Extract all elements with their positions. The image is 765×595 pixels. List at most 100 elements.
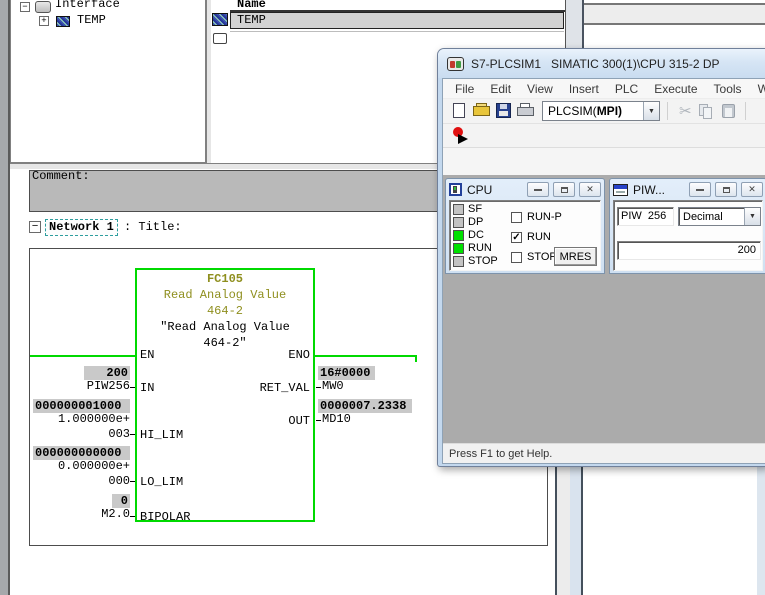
led-sf (453, 204, 464, 215)
led-dp-label: DP (468, 216, 483, 228)
piw-format-value: Decimal (683, 211, 723, 223)
led-run-label: RUN (468, 242, 492, 254)
monitor-in-value: 200 (84, 366, 130, 380)
print-button[interactable] (516, 102, 536, 120)
collapse-box-icon[interactable]: − (20, 2, 30, 12)
operand-hi-2[interactable]: 003 (60, 428, 130, 441)
save-floppy-icon (496, 103, 511, 118)
cut-icon[interactable]: ✂ (679, 102, 692, 120)
menu-plc[interactable]: PLC (607, 80, 646, 98)
network-label[interactable]: Network 1 (45, 219, 118, 236)
paste-button[interactable] (719, 102, 739, 120)
checkbox-stop[interactable] (511, 252, 522, 263)
cpu-panel-titlebar[interactable]: CPU ✕ (446, 179, 604, 200)
checkbox-run-p[interactable] (511, 212, 522, 223)
piw-format-select[interactable]: Decimal ▼ (678, 207, 761, 226)
led-sf-label: SF (468, 203, 482, 215)
menu-file[interactable]: File (447, 80, 482, 98)
piw-value-field[interactable]: 200 (617, 241, 761, 260)
table-row-line (230, 31, 564, 32)
cpu-restore-button[interactable] (553, 182, 575, 197)
row-new-icon (213, 33, 227, 44)
piw-address-input[interactable]: PIW 256 (617, 207, 674, 226)
network-collapse-icon[interactable]: − (29, 221, 41, 233)
operand-in[interactable]: PIW256 (60, 380, 130, 393)
new-file-icon (453, 103, 465, 118)
interface-icon (35, 1, 51, 13)
temp-var-icon (56, 16, 70, 27)
pin-eno: ENO (240, 349, 310, 362)
cpu-close-button[interactable]: ✕ (579, 182, 601, 197)
copy-button[interactable] (697, 102, 717, 120)
interface-combo[interactable]: PLCSIM(MPI) ▼ (542, 101, 660, 121)
checkbox-run[interactable]: ✓ (511, 232, 522, 243)
plcsim-titlebar[interactable]: S7-PLCSIM1 SIMATIC 300(1)\CPU 315-2 DP (438, 49, 765, 78)
led-stop (453, 256, 464, 267)
led-dp (453, 217, 464, 228)
tree-node-temp[interactable]: TEMP (77, 14, 106, 27)
checkbox-run-label: RUN (527, 231, 551, 243)
monitor-bipolar-value: 0 (112, 494, 130, 508)
block-header: FC105 (137, 273, 313, 286)
operand-hi-1[interactable]: 1.000000e+ (40, 413, 130, 426)
new-file-button[interactable] (450, 102, 470, 120)
print-icon (517, 107, 534, 116)
piw-close-button[interactable]: ✕ (741, 182, 763, 197)
row-temp-icon (212, 13, 228, 26)
piw-panel-icon (613, 184, 628, 196)
menu-view[interactable]: View (519, 80, 561, 98)
operand-lo-1[interactable]: 0.000000e+ (40, 460, 130, 473)
table-cell-name: TEMP (231, 14, 563, 27)
piw-panel-body: PIW 256 Decimal ▼ 200 (613, 200, 763, 271)
piw-format-dropdown-icon[interactable]: ▼ (744, 208, 760, 225)
cpu-minimize-button[interactable] (527, 182, 549, 197)
operand-bipolar[interactable]: M2.0 (60, 508, 130, 521)
monitor-lo-value: 000000000000 (33, 446, 130, 460)
menu-tools[interactable]: Tools (706, 80, 750, 98)
step7-plcsim-screen: − Interface + TEMP Name TEMP Comment: − (0, 0, 765, 595)
cpu-panel-icon (449, 183, 462, 196)
insert-variable-button[interactable] (451, 127, 471, 145)
dash-out (316, 420, 321, 421)
piw-panel[interactable]: PIW... ✕ PIW 256 Decimal ▼ 200 (609, 178, 765, 274)
piw-minimize-button[interactable] (689, 182, 711, 197)
operand-lo-2[interactable]: 000 (60, 475, 130, 488)
table-row[interactable]: TEMP (230, 12, 564, 29)
pin-in: IN (140, 382, 154, 395)
monitor-out-value: 0000007.2338 (318, 399, 412, 413)
block-subtitle-1: Read Analog Value (137, 289, 313, 302)
cpu-panel[interactable]: CPU ✕ SF DP DC RUN (445, 178, 605, 274)
plcsim-statusbar: Press F1 to get Help. (443, 443, 765, 463)
right-pane-header-band (584, 5, 765, 23)
plcsim-menubar: File Edit View Insert PLC Execute Tools … (443, 79, 765, 99)
operand-out[interactable]: MD10 (322, 413, 351, 426)
wire-eno (314, 355, 417, 357)
menu-window[interactable]: Window (750, 80, 765, 98)
block-subtitle-2: 464-2 (137, 305, 313, 318)
open-file-button[interactable] (472, 102, 492, 120)
declaration-tree-pane: − Interface + TEMP (10, 0, 206, 163)
menu-execute[interactable]: Execute (646, 80, 705, 98)
network-title[interactable]: : Title: (124, 221, 182, 234)
operand-ret-val[interactable]: MW0 (322, 380, 344, 393)
toolbar-separator-2 (745, 102, 746, 120)
combo-dropdown-icon[interactable]: ▼ (643, 102, 659, 120)
dash-hi-lim (130, 434, 135, 435)
combo-value-bold: MPI) (597, 104, 622, 118)
combo-value-prefix: PLCSIM( (548, 104, 597, 118)
led-stop-label: STOP (468, 255, 498, 267)
mres-button[interactable]: MRES (554, 247, 597, 266)
piw-restore-button[interactable] (715, 182, 737, 197)
open-folder-icon (473, 106, 490, 116)
plcsim-window[interactable]: S7-PLCSIM1 SIMATIC 300(1)\CPU 315-2 DP F… (437, 48, 765, 467)
menu-edit[interactable]: Edit (482, 80, 519, 98)
tree-node-interface[interactable]: Interface (55, 0, 120, 11)
piw-panel-titlebar[interactable]: PIW... ✕ (610, 179, 765, 200)
led-dc (453, 230, 464, 241)
expand-box-icon[interactable]: + (39, 16, 49, 26)
monitor-ret-value: 16#0000 (318, 366, 375, 380)
right-pane-line2 (584, 23, 765, 25)
menu-insert[interactable]: Insert (561, 80, 607, 98)
save-button[interactable] (494, 102, 514, 120)
piw-panel-title: PIW... (633, 183, 665, 197)
